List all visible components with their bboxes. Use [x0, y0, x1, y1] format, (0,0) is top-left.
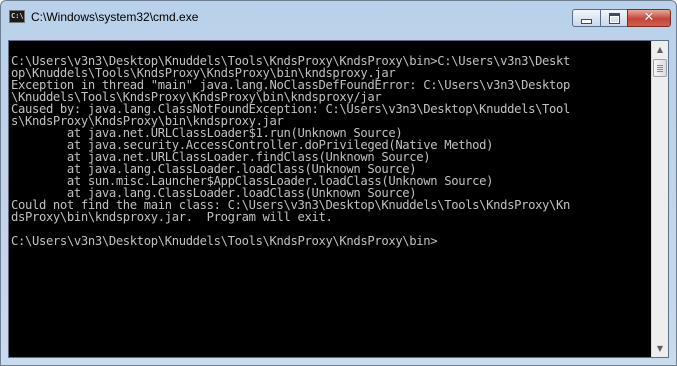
scroll-down-button[interactable]: ▼	[652, 340, 668, 357]
maximize-button[interactable]	[600, 9, 627, 27]
cmd-app-icon[interactable]: C:\	[9, 10, 25, 23]
maximize-icon	[608, 12, 620, 24]
close-button[interactable]: ✕	[627, 9, 671, 27]
vertical-scrollbar[interactable]: ▲ ▼	[651, 41, 668, 357]
console-line: C:\Users\v3n3\Desktop\Knuddels\Tools\Knd…	[11, 234, 438, 248]
window-controls: ✕	[572, 9, 671, 27]
cmd-window: C:\ C:\Windows\system32\cmd.exe ✕ C:\Use…	[0, 0, 677, 366]
console-line: dsProxy\bin\kndsproxy.jar. Program will …	[11, 210, 333, 224]
scroll-thumb[interactable]	[653, 59, 667, 77]
console-output[interactable]: C:\Users\v3n3\Desktop\Knuddels\Tools\Knd…	[11, 43, 651, 355]
minimize-button[interactable]	[572, 9, 600, 27]
scroll-up-button[interactable]: ▲	[652, 41, 668, 58]
scroll-down-arrow-icon: ▼	[656, 343, 664, 353]
title-bar[interactable]: C:\ C:\Windows\system32\cmd.exe ✕	[1, 1, 676, 31]
thumb-grip-line	[657, 71, 663, 72]
minimize-icon	[581, 18, 592, 24]
thumb-grip-line	[657, 69, 663, 70]
console-area[interactable]: C:\Users\v3n3\Desktop\Knuddels\Tools\Knd…	[8, 40, 669, 358]
thumb-grip-line	[657, 67, 663, 68]
close-icon: ✕	[643, 10, 655, 25]
window-title: C:\Windows\system32\cmd.exe	[31, 10, 199, 24]
scroll-up-arrow-icon: ▲	[656, 44, 664, 54]
thumb-grip-line	[657, 65, 663, 66]
